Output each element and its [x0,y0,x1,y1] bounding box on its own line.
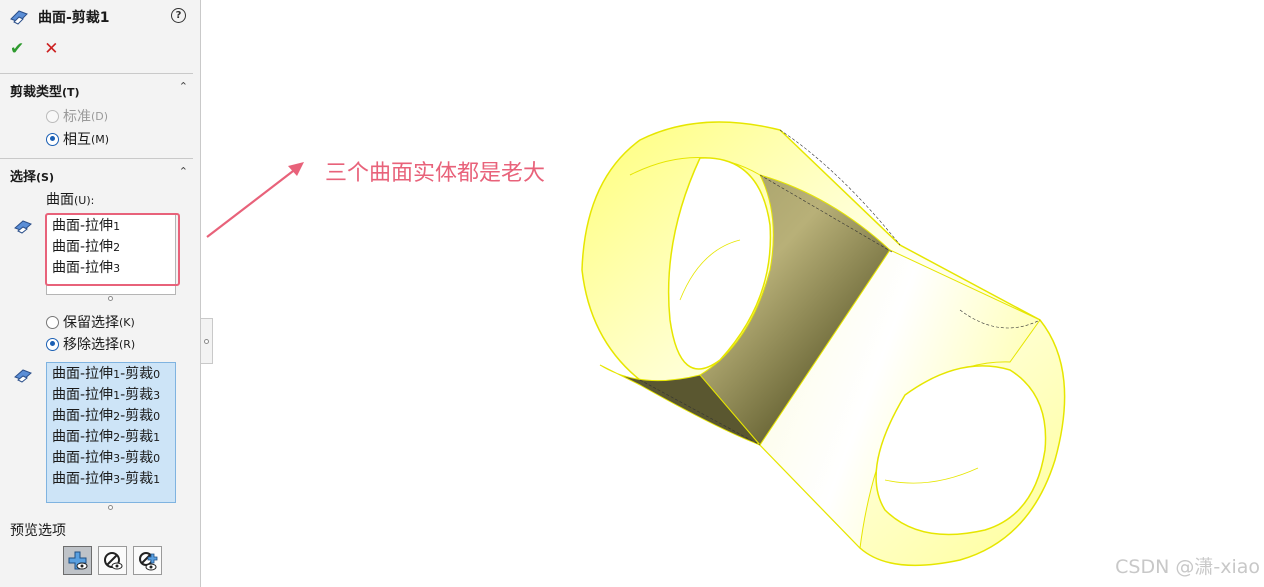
watermark: CSDN @潇-xiao [1115,556,1260,578]
annotation-arrow [206,162,304,238]
annotation-text: 三个曲面实体都是老大 [325,161,546,186]
graphics-viewport[interactable] [0,0,1264,587]
